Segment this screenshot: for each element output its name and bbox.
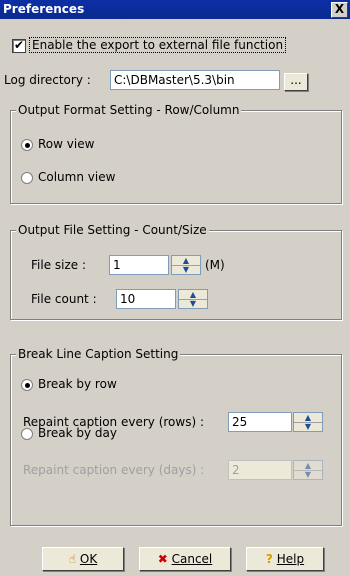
log-directory-input[interactable]: C:\DBMaster\5.3\bin [110,70,280,90]
checkmark-icon: ✔ [14,38,25,52]
spin-down-icon: ▼ [304,470,312,479]
question-icon: ? [265,552,273,566]
break-by-row-label[interactable]: Break by row [38,377,117,391]
radio-dot [25,383,30,388]
red-x-icon: ✖ [157,552,168,566]
break-by-day-radio[interactable] [21,428,33,440]
spin-down-icon[interactable]: ▼ [294,422,322,431]
break-by-row-radio[interactable] [21,379,33,391]
close-icon: X [334,2,345,16]
spin-down-icon[interactable]: ▼ [172,265,200,274]
repaint-rows-input[interactable]: 25 [228,412,292,432]
column-view-label[interactable]: Column view [38,170,115,184]
repaint-days-spinner: ▲ ▼ [293,460,323,480]
help-label: Help [276,552,305,566]
ok-label: OK [79,552,98,566]
enable-export-checkbox[interactable]: ✔ [12,38,26,53]
log-directory-label: Log directory : [4,73,91,87]
file-size-spinner[interactable]: ▲ ▼ [171,255,201,275]
repaint-days-label: Repaint caption every (days) : [23,463,205,477]
break-line-title: Break Line Caption Setting [16,347,181,361]
repaint-rows-spinner[interactable]: ▲ ▼ [293,412,323,432]
file-count-input[interactable]: 10 [116,289,176,309]
column-view-radio[interactable] [21,172,33,184]
output-file-title: Output File Setting - Count/Size [16,223,209,237]
break-by-day-label[interactable]: Break by day [38,426,117,440]
title-bar: Preferences X [0,0,350,19]
output-file-group [10,230,342,320]
radio-dot [25,143,30,148]
repaint-days-input: 2 [228,460,292,480]
output-format-title: Output Format Setting - Row/Column [16,103,242,117]
cancel-label: Cancel [171,552,213,566]
row-view-radio[interactable] [21,139,33,151]
window-title: Preferences [3,2,85,16]
file-count-spinner[interactable]: ▲ ▼ [178,289,208,309]
file-size-unit: (M) [205,258,225,272]
enable-export-label-text: Enable the export to external file funct… [32,38,284,52]
close-button[interactable]: X [331,2,348,18]
help-button[interactable]: ? Help [246,547,324,571]
spin-down-icon[interactable]: ▼ [179,299,207,308]
cancel-button[interactable]: ✖ Cancel [139,547,231,571]
browse-button[interactable]: ... [284,73,308,91]
enable-export-label[interactable]: Enable the export to external file funct… [29,37,287,53]
ok-button[interactable]: ☝ OK [42,547,124,571]
hand-icon: ☝ [68,552,77,566]
file-size-input[interactable]: 1 [109,255,169,275]
output-format-group [10,110,342,204]
file-size-label: File size : [31,258,87,272]
row-view-label[interactable]: Row view [38,137,94,151]
file-count-label: File count : [31,292,97,306]
